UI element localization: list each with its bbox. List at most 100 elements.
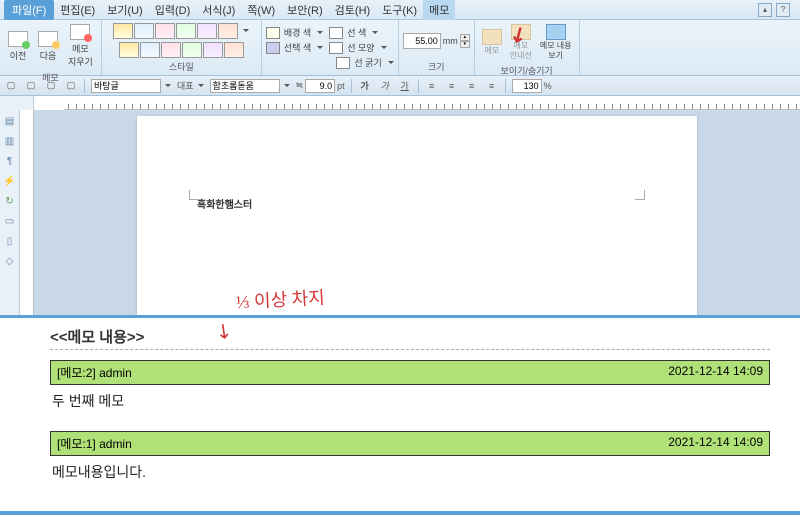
document-text[interactable]: 흑화한햄스터 — [137, 116, 697, 291]
fill-icon — [266, 27, 280, 39]
memo-label: [메모:2] admin — [57, 364, 132, 381]
memo-style-7[interactable] — [119, 42, 139, 58]
paragraph-icon[interactable]: ¶ — [3, 154, 17, 168]
select-icon — [266, 42, 280, 54]
memo-width-input[interactable] — [403, 33, 441, 49]
toggle-guide-button[interactable]: 메모 안내선 — [507, 22, 535, 63]
memo-item[interactable]: [메모:1] admin 2021-12-14 14:09 메모내용입니다. — [50, 431, 770, 488]
menu-page[interactable]: 쪽(W) — [241, 0, 281, 20]
spin-down-icon[interactable]: ▾ — [460, 41, 470, 48]
bg-color-picker[interactable]: 배경 색 — [266, 25, 323, 40]
memo-style-10[interactable] — [182, 42, 202, 58]
page-icon[interactable]: ▥ — [3, 134, 17, 148]
memo-item[interactable]: [메모:2] admin 2021-12-14 14:09 두 번째 메모 — [50, 360, 770, 417]
toggle-guide-label: 메모 안내선 — [510, 41, 532, 61]
toggle-memo-button[interactable]: 메모 — [479, 27, 505, 58]
memo-style-2[interactable] — [134, 23, 154, 39]
margin-mark-tr — [635, 190, 645, 200]
size-unit-label: mm — [443, 36, 458, 46]
memo-style-11[interactable] — [203, 42, 223, 58]
size-spinner[interactable]: ▴▾ — [460, 34, 470, 48]
zoom-select[interactable]: % — [512, 79, 552, 93]
outline-icon[interactable]: ▤ — [3, 114, 17, 128]
ribbon-group-style: 스타일 — [102, 20, 262, 75]
print-icon[interactable]: ▢ — [64, 79, 78, 93]
toggle-memo-content-button[interactable]: 메모 내용 보기 — [537, 22, 575, 63]
bottom-border — [0, 511, 800, 515]
lightning-icon[interactable]: ⚡ — [3, 174, 17, 188]
line-shape-icon — [329, 42, 343, 54]
file-menu[interactable]: 파일(F) — [4, 0, 54, 20]
line-thick-icon — [336, 57, 350, 69]
ruler-horizontal[interactable] — [64, 96, 800, 110]
ruler-vertical[interactable] — [20, 110, 34, 315]
font-name-select[interactable] — [210, 79, 290, 93]
ribbon-group-props: 배경 색 선 색 선택 색 선 모양 placeholder 선 굵기 — [262, 20, 399, 75]
memo-erase-button[interactable]: 메모 지우기 — [64, 22, 97, 70]
bold-icon[interactable]: 가 — [358, 79, 372, 93]
memo-style-8[interactable] — [140, 42, 160, 58]
line-color-picker[interactable]: 선 색 — [329, 25, 378, 40]
page[interactable]: 흑화한햄스터 — [137, 116, 697, 315]
menu-view[interactable]: 보기(U) — [101, 0, 149, 20]
memo-next-button[interactable]: 다음 — [34, 29, 62, 64]
page-prev-icon — [8, 31, 28, 47]
select-color-picker[interactable]: 선택 색 — [266, 40, 323, 55]
chevron-down-icon — [381, 46, 387, 49]
style-more-icon[interactable] — [243, 29, 249, 32]
ribbon-group-show-label: 보이기/숨기기 — [479, 63, 575, 77]
menu-security[interactable]: 보안(R) — [281, 0, 329, 20]
menu-tools[interactable]: 도구(K) — [376, 0, 423, 20]
ribbon-group-size-label: 크기 — [403, 59, 470, 73]
memo-prev-button[interactable]: 이전 — [4, 29, 32, 64]
memo-style-1[interactable] — [113, 23, 133, 39]
memo-style-4[interactable] — [176, 23, 196, 39]
content-view-icon — [546, 24, 566, 40]
memo-style-5[interactable] — [197, 23, 217, 39]
ribbon-group-style-label: 스타일 — [106, 59, 257, 73]
clip-icon[interactable]: ◇ — [3, 254, 17, 268]
spin-up-icon[interactable]: ▴ — [460, 34, 470, 41]
open-icon[interactable]: ▢ — [24, 79, 38, 93]
memo-body: 메모내용입니다. — [50, 456, 770, 488]
align-justify-icon[interactable]: ≡ — [485, 79, 499, 93]
new-doc-icon[interactable]: ▢ — [4, 79, 18, 93]
toggle-content-label: 메모 내용 보기 — [540, 41, 572, 61]
chevron-down-icon — [165, 84, 171, 87]
underline-icon[interactable]: 가 — [398, 79, 412, 93]
memo-next-label: 다음 — [40, 49, 57, 62]
align-center-icon[interactable]: ≡ — [445, 79, 459, 93]
para-style-select[interactable] — [91, 79, 171, 93]
font-size-select[interactable]: ≒pt — [296, 79, 345, 93]
bookmark-icon[interactable]: ▯ — [3, 234, 17, 248]
menu-input[interactable]: 입력(D) — [149, 0, 197, 20]
memo-header: [메모:2] admin 2021-12-14 14:09 — [50, 360, 770, 385]
align-right-icon[interactable]: ≡ — [465, 79, 479, 93]
italic-icon[interactable]: 가 — [378, 79, 392, 93]
document-viewport[interactable]: 흑화한햄스터 — [34, 110, 800, 315]
menu-format[interactable]: 서식(J) — [196, 0, 241, 20]
save-icon[interactable]: ▢ — [44, 79, 58, 93]
menu-review[interactable]: 검토(H) — [329, 0, 377, 20]
memo-header: [메모:1] admin 2021-12-14 14:09 — [50, 431, 770, 456]
minimize-ribbon-icon[interactable]: ▴ — [758, 3, 772, 17]
memo-style-9[interactable] — [161, 42, 181, 58]
line-shape-picker[interactable]: 선 모양 — [329, 40, 386, 55]
memo-body: 두 번째 메모 — [50, 385, 770, 417]
book-icon[interactable]: ▭ — [3, 214, 17, 228]
chevron-down-icon — [317, 46, 323, 49]
rep-label: 대표 — [177, 79, 194, 92]
memo-content-panel: <<메모 내용>> [메모:2] admin 2021-12-14 14:09 … — [0, 315, 800, 488]
rep-select[interactable]: 대표 — [177, 79, 204, 92]
line-thick-picker[interactable]: 선 굵기 — [336, 55, 393, 70]
menu-memo[interactable]: 메모 — [423, 0, 455, 20]
align-left-icon[interactable]: ≡ — [425, 79, 439, 93]
refresh-icon[interactable]: ↻ — [3, 194, 17, 208]
memo-style-6[interactable] — [218, 23, 238, 39]
memo-style-12[interactable] — [224, 42, 244, 58]
pen-icon — [329, 27, 343, 39]
menu-edit[interactable]: 편집(E) — [54, 0, 101, 20]
memo-style-3[interactable] — [155, 23, 175, 39]
ribbon-group-size: mm ▴▾ 크기 — [399, 20, 475, 75]
help-icon[interactable]: ? — [776, 3, 790, 17]
